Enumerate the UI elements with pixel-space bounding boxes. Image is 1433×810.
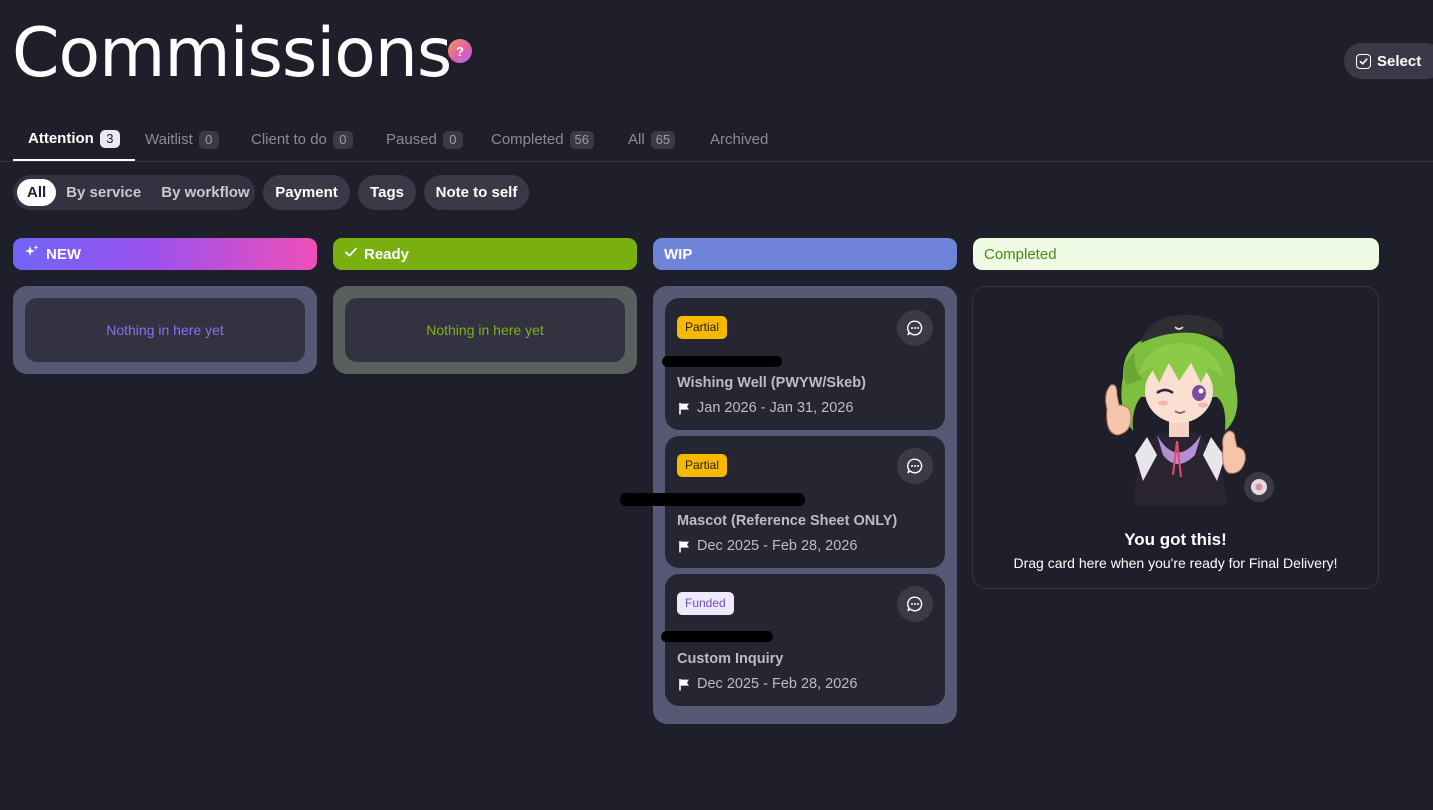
chat-button[interactable]: [897, 586, 933, 622]
empty-state: Nothing in here yet: [345, 298, 625, 362]
chat-button[interactable]: [897, 310, 933, 346]
tags-filter-button[interactable]: Tags: [358, 175, 416, 210]
payment-status-badge: Partial: [677, 316, 728, 339]
commission-card[interactable]: Partial Wishing Well (PWYW/Skeb) Jan 202…: [662, 298, 945, 430]
view-by-service-button[interactable]: By service: [56, 179, 151, 206]
tab-label: Client to do: [251, 131, 327, 148]
tab-paused[interactable]: Paused 0: [386, 118, 463, 161]
page-title: Commissions: [12, 14, 452, 93]
check-icon: [344, 245, 358, 263]
view-by-workflow-button[interactable]: By workflow: [151, 179, 259, 206]
redacted-client-name: [620, 493, 805, 506]
view-all-button[interactable]: All: [17, 179, 57, 206]
chat-button[interactable]: [897, 448, 933, 484]
tab-label: Attention: [28, 130, 94, 147]
commission-card[interactable]: Partial Mascot (Reference Sheet ONLY) De…: [620, 436, 945, 568]
column-wip-dropzone: Partial Wishing Well (PWYW/Skeb) Jan 202…: [620, 286, 957, 724]
tab-attention[interactable]: Attention 3: [13, 118, 135, 161]
column-new-dropzone[interactable]: Nothing in here yet: [13, 286, 317, 374]
payment-filter-button[interactable]: Payment: [263, 175, 350, 210]
select-label: Select: [1377, 52, 1422, 70]
view-segmented-control: All By service By workflow: [13, 175, 255, 210]
status-tabs: Attention 3 Waitlist 0 Client to do 0 Pa…: [0, 118, 1433, 162]
mascot-illustration: [1105, 314, 1274, 505]
payment-status-badge: Funded: [677, 592, 734, 615]
tab-count: 65: [650, 130, 676, 149]
chat-bubble-icon: [907, 458, 923, 474]
column-header-wip: WIP: [653, 238, 957, 270]
tab-label: Waitlist: [145, 131, 193, 148]
tab-label: Archived: [710, 131, 769, 148]
redacted-client-name: [662, 356, 782, 367]
tab-client-to-do[interactable]: Client to do 0: [251, 118, 353, 161]
tab-count: 0: [442, 130, 463, 149]
tab-label: Completed: [491, 131, 564, 148]
commission-dates: Jan 2026 - Jan 31, 2026: [678, 400, 853, 416]
empty-state: Nothing in here yet: [25, 298, 305, 362]
tab-count: 3: [99, 129, 120, 148]
payment-status-badge: Partial: [677, 454, 728, 477]
column-header-new: NEW: [13, 238, 317, 270]
tab-count: 0: [198, 130, 219, 149]
chat-bubble-icon: [907, 596, 923, 612]
tab-label: Paused: [386, 131, 437, 148]
date-range: Dec 2025 - Feb 28, 2026: [697, 676, 858, 692]
checkbox-icon: [1356, 53, 1371, 69]
column-label: Completed: [984, 245, 1057, 263]
completed-heading: You got this!: [1124, 530, 1227, 549]
note-to-self-filter-button[interactable]: Note to self: [424, 175, 529, 210]
tab-count: 56: [569, 130, 595, 149]
tab-completed[interactable]: Completed 56: [491, 118, 595, 161]
sparkle-icon: [24, 244, 40, 264]
column-label: Ready: [364, 245, 410, 263]
column-header-completed: Completed: [973, 238, 1379, 270]
tab-count: 0: [332, 130, 353, 149]
column-ready-dropzone[interactable]: Nothing in here yet: [333, 286, 637, 374]
column-header-ready: Ready: [333, 238, 637, 270]
tab-label: All: [628, 131, 645, 148]
commission-dates: Dec 2025 - Feb 28, 2026: [678, 538, 857, 554]
tab-waitlist[interactable]: Waitlist 0: [145, 118, 219, 161]
date-range: Jan 2026 - Jan 31, 2026: [697, 400, 854, 416]
tab-archived[interactable]: Archived: [710, 118, 768, 161]
flag-icon: [679, 540, 689, 552]
column-completed-dropzone[interactable]: You got this! Drag card here when you're…: [972, 286, 1379, 589]
column-label: WIP: [664, 245, 693, 263]
select-button[interactable]: Select: [1344, 43, 1433, 79]
commission-title: Mascot (Reference Sheet ONLY): [677, 513, 898, 529]
completed-subtext: Drag card here when you're ready for Fin…: [1013, 555, 1338, 571]
flag-icon: [679, 402, 689, 414]
redacted-client-name: [661, 631, 773, 642]
chat-bubble-icon: [907, 320, 923, 336]
date-range: Dec 2025 - Feb 28, 2026: [697, 538, 858, 554]
column-label: NEW: [46, 245, 81, 263]
help-icon[interactable]: ?: [448, 39, 472, 63]
commission-card[interactable]: Funded Custom Inquiry Dec 2025 - Feb 28,…: [661, 574, 945, 706]
tab-all[interactable]: All 65: [628, 118, 676, 161]
commission-dates: Dec 2025 - Feb 28, 2026: [678, 676, 857, 692]
commission-title: Custom Inquiry: [677, 651, 784, 667]
flag-icon: [679, 678, 689, 690]
commission-title: Wishing Well (PWYW/Skeb): [677, 375, 866, 391]
